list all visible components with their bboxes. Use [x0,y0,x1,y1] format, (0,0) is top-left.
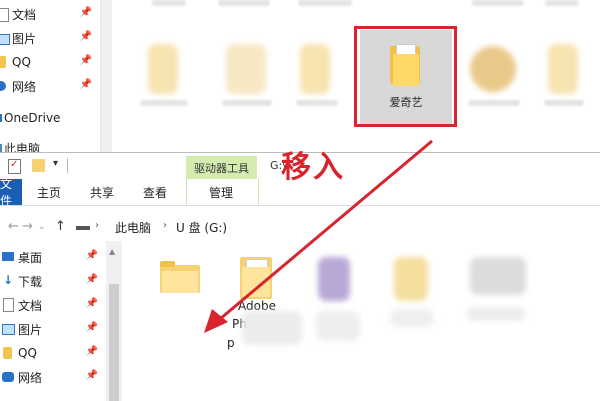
pin-icon: 📌 [85,346,98,357]
blurred-file-label [218,0,270,6]
red-highlight-box [354,26,457,127]
breadcrumb-this-pc[interactable]: 此电脑 [115,219,151,236]
onedrive-icon [0,114,2,122]
blurred-folder-icon[interactable] [148,44,178,94]
desktop-icon [2,252,14,261]
folder-icon [3,347,12,359]
download-icon: ↓ [3,273,14,287]
sidebar-item-label: 网络 [18,370,43,385]
new-folder-icon[interactable] [32,159,45,172]
blurred-file-label [298,0,352,6]
blurred-file-label [316,311,360,341]
blurred-file-label [140,100,188,106]
sidebar-item-label: 下载 [18,274,43,289]
top-navigation-pane: 文档 📌 图片 📌 QQ 📌 网络 📌 OneDrive 此电脑 [0,0,100,156]
picture-icon [0,34,10,45]
pin-icon: 📌 [79,55,92,66]
drive-icon [76,226,90,230]
up-arrow-icon[interactable]: ↑ [55,219,66,234]
this-pc-icon [0,144,2,152]
blurred-file-label [468,100,520,106]
titlebar-divider [67,158,68,173]
document-icon [0,8,9,22]
folder-icon[interactable] [160,261,200,293]
pin-icon: 📌 [85,274,98,285]
pin-icon: 📌 [79,79,92,90]
folder-icon[interactable] [240,253,274,299]
back-arrow-icon[interactable]: ← [8,219,19,234]
sidebar-item-onedrive[interactable]: OneDrive [0,108,98,128]
move-in-annotation: 移入 [281,150,345,185]
blurred-file-label [466,307,526,321]
blurred-folder-icon[interactable] [548,44,578,94]
sidebar-item-label: OneDrive [4,111,61,125]
pin-icon: 📌 [85,322,98,333]
sidebar-item-downloads[interactable]: ↓ 下载 📌 [0,271,104,291]
blurred-app-icon[interactable] [470,46,516,92]
blurred-file-label [544,100,584,106]
tab-manage[interactable]: 管理 [186,179,259,205]
sidebar-item-pictures[interactable]: 图片 📌 [0,28,98,48]
blurred-file-label [296,100,338,106]
breadcrumb-separator-icon: › [95,220,99,231]
breadcrumb-separator-icon: › [163,220,167,231]
document-icon [3,298,14,312]
top-explorer-window: 文档 📌 图片 📌 QQ 📌 网络 📌 OneDrive 此电脑 爱奇艺 [0,0,600,156]
sidebar-item-documents[interactable]: 文档 📌 [0,4,98,24]
bottom-explorer-window: ✓ ▾ 驱动器工具 G:\ 文件 主页 共享 查看 管理 ← → ⌄ ↑ › 此… [0,152,600,401]
pin-icon: 📌 [85,370,98,381]
check-icon: ✓ [10,159,19,170]
sidebar-item-pictures[interactable]: 图片 📌 [0,319,104,339]
sidebar-item-label: 桌面 [18,250,43,265]
blurred-file-label [472,0,524,6]
sidebar-item-desktop[interactable]: 桌面 📌 [0,247,104,267]
blurred-file-icon[interactable] [318,257,350,301]
pin-icon: 📌 [85,250,98,261]
blurred-file-label [242,311,302,345]
tab-view[interactable]: 查看 [143,184,167,201]
pin-icon: 📌 [79,31,92,42]
file-label-line: p [227,336,235,350]
pin-icon: 📌 [79,7,92,18]
sidebar-item-label: 网络 [12,79,37,94]
blurred-file-label [222,100,272,106]
sidebar-item-label: QQ [12,55,31,69]
sidebar-item-network[interactable]: 网络 📌 [0,367,104,387]
scrollbar-thumb[interactable] [109,284,119,401]
tab-manage-label: 管理 [209,186,234,200]
scroll-up-arrow-icon[interactable]: ▲ [109,247,115,256]
sidebar-item-label: 文档 [18,298,43,313]
blurred-file-label [152,0,186,6]
blurred-file-icon[interactable] [470,257,526,295]
blurred-file-label [390,309,434,327]
dropdown-icon[interactable]: ▾ [53,158,58,169]
blurred-folder-icon[interactable] [226,44,266,94]
breadcrumb-usb-drive[interactable]: U 盘 (G:) [176,219,227,236]
drive-tools-tab-group: 驱动器工具 [186,156,257,179]
tab-share[interactable]: 共享 [90,184,114,201]
sidebar-item-documents[interactable]: 文档 📌 [0,295,104,315]
sidebar-item-network[interactable]: 网络 📌 [0,76,98,96]
bottom-navigation-pane: 桌面 📌 ↓ 下载 📌 文档 📌 图片 📌 QQ 📌 网络 📌 [0,241,106,401]
network-icon [2,372,14,382]
pin-icon: 📌 [85,298,98,309]
sidebar-item-qq[interactable]: QQ 📌 [0,343,104,363]
blurred-folder-icon[interactable] [300,44,330,94]
tab-file[interactable]: 文件 [0,177,22,208]
sidebar-item-label: QQ [18,346,37,360]
navigation-pane-scrollbar[interactable] [100,0,112,152]
picture-icon [2,324,15,335]
recent-locations-chevron-icon[interactable]: ⌄ [38,222,46,232]
network-icon [0,81,6,91]
address-bar: ← → ⌄ ↑ › 此电脑 › U 盘 (G:) [0,213,600,241]
forward-arrow-icon[interactable]: → [22,219,33,234]
tab-home[interactable]: 主页 [37,184,61,201]
blurred-file-label [545,0,579,6]
sidebar-item-label: 文档 [12,7,37,22]
sidebar-item-label: 图片 [12,31,37,46]
sidebar-item-qq[interactable]: QQ 📌 [0,52,98,72]
blurred-folder-icon[interactable] [394,257,428,301]
folder-icon [0,56,6,68]
sidebar-item-label: 图片 [18,322,43,337]
